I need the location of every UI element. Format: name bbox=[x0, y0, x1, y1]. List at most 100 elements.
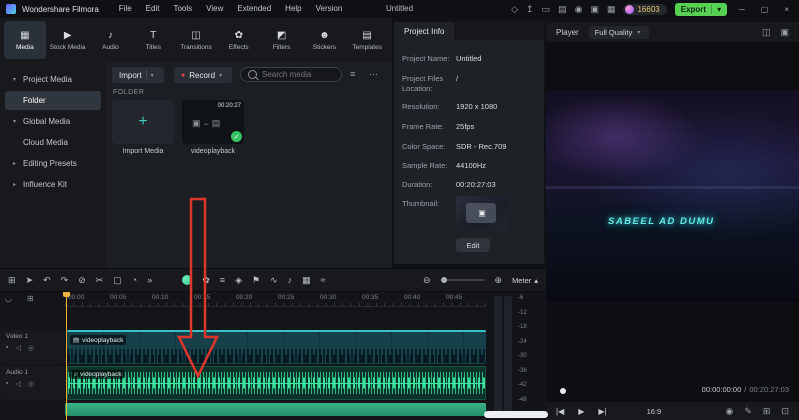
tab-effects[interactable]: ✿ Effects bbox=[218, 21, 260, 59]
voiceover-icon[interactable]: ♪ bbox=[288, 275, 293, 285]
timeline-zoom-slider[interactable] bbox=[440, 277, 485, 283]
chevron-down-icon[interactable]: ▾ bbox=[13, 118, 19, 125]
marker-icon[interactable]: ⚑ bbox=[252, 275, 260, 286]
zoom-slider-knob[interactable] bbox=[440, 277, 447, 283]
audio-clip[interactable]: ♪ videoplayback bbox=[67, 366, 486, 400]
quality-dropdown[interactable]: Full Quality ▾ bbox=[588, 25, 650, 39]
mute-icon[interactable]: ◁ bbox=[15, 344, 20, 352]
video-clip[interactable]: ▤ videoplayback bbox=[67, 330, 486, 364]
more-options-icon[interactable]: ⋯ bbox=[369, 70, 378, 79]
zoom-out-icon[interactable]: ⊖ bbox=[423, 275, 431, 286]
scrubber-handle[interactable] bbox=[560, 388, 566, 394]
next-frame-icon[interactable]: ▶| bbox=[598, 407, 606, 416]
audio-track-header[interactable]: Audio 1 ▪ ◁ ◎ bbox=[0, 366, 65, 400]
sidebar-item-global-media[interactable]: ▾ Global Media bbox=[5, 112, 101, 131]
chevron-right-icon[interactable]: ▸ bbox=[13, 160, 19, 167]
delete-icon[interactable]: ⊘ bbox=[78, 275, 86, 286]
export-dropdown-icon[interactable]: ▾ bbox=[711, 4, 721, 14]
layout-icon[interactable]: ▦ bbox=[607, 4, 616, 14]
tab-audio[interactable]: ♪ Audio bbox=[90, 21, 132, 59]
search-input[interactable] bbox=[262, 70, 334, 79]
record-icon[interactable]: ◉ bbox=[575, 4, 583, 14]
export-button[interactable]: Export ▾ bbox=[674, 2, 728, 16]
menu-version[interactable]: Version bbox=[310, 0, 349, 18]
tab-titles[interactable]: T Titles bbox=[132, 21, 174, 59]
display-icon[interactable]: ▭ bbox=[542, 4, 551, 14]
sidebar-item-cloud-media[interactable]: Cloud Media bbox=[5, 133, 101, 152]
add-track-icon[interactable]: ⊞ bbox=[27, 294, 34, 303]
visibility-icon[interactable]: ◎ bbox=[28, 380, 34, 388]
play-icon[interactable]: ▶ bbox=[578, 407, 584, 416]
edit-button[interactable]: Edit bbox=[456, 238, 490, 252]
undo-icon[interactable]: ↶ bbox=[43, 275, 51, 286]
tab-transitions[interactable]: ◫ Transitions bbox=[175, 21, 217, 59]
menu-file[interactable]: File bbox=[113, 0, 138, 18]
chevron-down-icon[interactable]: ▾ bbox=[13, 76, 19, 83]
aspect-ratio-dropdown[interactable]: 16:9 bbox=[647, 407, 662, 416]
tab-filters[interactable]: ◩ Filters bbox=[261, 21, 303, 59]
playhead[interactable] bbox=[66, 292, 67, 420]
mute-icon[interactable]: ◁ bbox=[15, 380, 20, 388]
panel-toggle-icon[interactable]: ⊞ bbox=[8, 275, 16, 286]
markup-pen-icon[interactable]: ✎ bbox=[744, 406, 752, 416]
adjust-icon[interactable]: ≡ bbox=[220, 275, 225, 285]
import-media-tile[interactable]: + bbox=[112, 100, 174, 144]
snapshot-icon[interactable]: ◉ bbox=[726, 406, 734, 416]
grid-icon[interactable]: ⊞ bbox=[763, 406, 771, 416]
meter-toggle-button[interactable]: Meter ▴ bbox=[512, 276, 538, 285]
timeline-ruler[interactable]: 00:00 00:05 00:10 00:15 00:20 00:25 00:3… bbox=[65, 292, 486, 307]
scrollbar-thumb[interactable] bbox=[484, 411, 548, 418]
menu-extended[interactable]: Extended bbox=[231, 0, 277, 18]
videoplayback-tile[interactable]: 00:20:27 ▣ − ▤ ✓ bbox=[182, 100, 244, 144]
project-info-tab[interactable]: Project Info bbox=[394, 22, 455, 40]
collapsed-audio-track[interactable] bbox=[65, 403, 486, 416]
crop-icon[interactable]: ▢ bbox=[113, 275, 122, 286]
menu-edit[interactable]: Edit bbox=[140, 0, 166, 18]
audio-wave-icon[interactable]: ∿ bbox=[270, 275, 278, 286]
import-button[interactable]: Import ▾ bbox=[112, 67, 164, 83]
menu-view[interactable]: View bbox=[200, 0, 229, 18]
redo-icon[interactable]: ↷ bbox=[61, 275, 69, 286]
tab-media[interactable]: ▦ Media bbox=[4, 21, 46, 59]
more-tools-icon[interactable]: » bbox=[147, 275, 152, 285]
keyframe-icon[interactable]: ◈ bbox=[235, 275, 242, 286]
previous-frame-icon[interactable]: |◀ bbox=[556, 407, 564, 416]
tab-templates[interactable]: ▤ Templates bbox=[346, 21, 388, 59]
snap-icon[interactable]: ◡ bbox=[5, 294, 12, 303]
coin-balance[interactable]: 16603 bbox=[623, 3, 667, 15]
promo-icon[interactable]: ◇ bbox=[511, 4, 518, 14]
select-tool-icon[interactable]: ➤ bbox=[26, 275, 34, 286]
lock-icon[interactable]: ▪ bbox=[6, 344, 8, 352]
tab-stock-media[interactable]: ▶ Stock Media bbox=[47, 21, 89, 59]
screen-record-icon[interactable]: ▦ bbox=[302, 275, 311, 286]
filter-icon[interactable]: ≡ bbox=[350, 70, 355, 79]
chevron-down-icon[interactable]: ▾ bbox=[219, 72, 225, 79]
fullscreen-icon[interactable]: ⊡ bbox=[781, 406, 789, 416]
snapshot-icon[interactable]: ▣ bbox=[590, 4, 599, 14]
search-box[interactable] bbox=[240, 67, 342, 82]
speed-ramp-icon[interactable]: ≈ bbox=[321, 275, 326, 285]
split-view-icon[interactable]: ◫ bbox=[762, 27, 771, 37]
effects-tool-icon[interactable]: ✿ bbox=[202, 275, 210, 286]
split-icon[interactable]: ✂ bbox=[96, 275, 104, 286]
maximize-button[interactable]: ▢ bbox=[757, 5, 773, 14]
keyboard-icon[interactable]: ▤ bbox=[558, 4, 567, 14]
sidebar-item-project-media[interactable]: ▾ Project Media bbox=[5, 70, 101, 89]
sidebar-item-influence-kit[interactable]: ▸ Influence Kit bbox=[5, 175, 101, 194]
record-button[interactable]: ● Record ▾ bbox=[174, 67, 233, 83]
zoom-in-icon[interactable]: ⊕ bbox=[495, 275, 503, 286]
background-icon[interactable]: ▣ bbox=[780, 27, 789, 37]
video-track-header[interactable]: Video 1 ▪ ◁ ◎ bbox=[0, 330, 65, 364]
speed-icon[interactable]: ◔ bbox=[132, 275, 137, 285]
lock-icon[interactable]: ▪ bbox=[6, 380, 8, 388]
share-icon[interactable]: ↥ bbox=[526, 4, 534, 14]
sidebar-item-editing-presets[interactable]: ▸ Editing Presets bbox=[5, 154, 101, 173]
visibility-icon[interactable]: ◎ bbox=[28, 344, 34, 352]
chevron-right-icon[interactable]: ▸ bbox=[13, 181, 19, 188]
menu-help[interactable]: Help bbox=[279, 0, 307, 18]
chevron-down-icon[interactable]: ▾ bbox=[151, 72, 157, 79]
sidebar-item-folder[interactable]: Folder bbox=[5, 91, 101, 110]
minimize-button[interactable]: ─ bbox=[735, 5, 749, 14]
video-preview[interactable]: SABEEL AD DUMU bbox=[546, 90, 799, 302]
chroma-key-icon[interactable] bbox=[182, 275, 193, 285]
